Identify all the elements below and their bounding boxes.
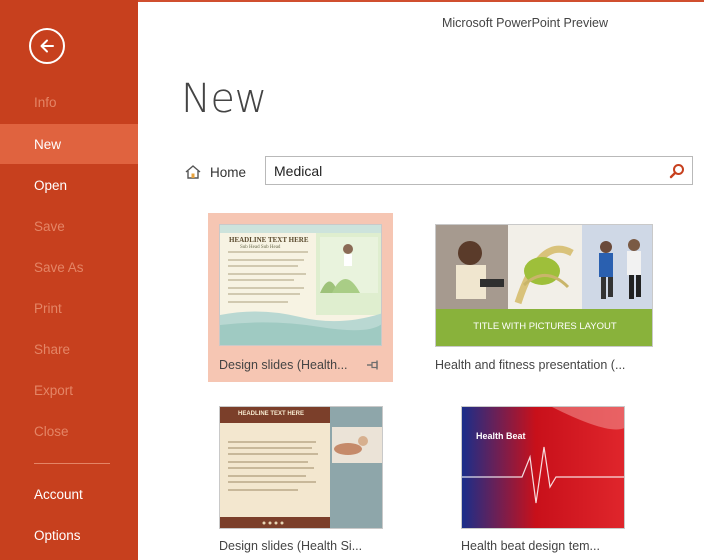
- template-label: Design slides (Health...: [219, 358, 348, 372]
- thumbnail-headline: HEADLINE TEXT HERE: [229, 236, 309, 244]
- menu-item-new[interactable]: New: [0, 124, 138, 164]
- menu-item-label: Open: [34, 177, 68, 193]
- menu-item-save: Save: [0, 206, 138, 246]
- thumbnail-subhead: Sub Head Sub Head: [240, 245, 281, 250]
- menu-item-open[interactable]: Open: [0, 165, 138, 205]
- menu-item-label: Save As: [34, 259, 84, 275]
- menu-item-label: Print: [34, 300, 62, 316]
- search-box: [265, 156, 693, 185]
- template-card[interactable]: HEADLINE TEXT HERE Sub Head Sub Head Des…: [208, 213, 393, 382]
- template-thumbnail: HEADLINE TEXT HERE Sub Head Sub Head: [219, 224, 382, 346]
- thumbnail-headline: HEADLINE TEXT HERE: [238, 411, 305, 417]
- template-thumbnail: HEADLINE TEXT HERE: [219, 406, 383, 529]
- menu-item-account[interactable]: Account: [0, 474, 138, 514]
- menu-item-label: Account: [34, 486, 83, 502]
- menu-item-label: Info: [34, 94, 57, 110]
- menu-item-export: Export: [0, 370, 138, 410]
- menu-item-label: Close: [34, 423, 69, 439]
- menu-item-label: New: [34, 136, 62, 152]
- window-top-border: [138, 0, 704, 2]
- page-title: New: [181, 76, 267, 122]
- sidebar-divider: [34, 463, 110, 464]
- menu-item-print: Print: [0, 288, 138, 328]
- breadcrumb-home-label: Home: [210, 164, 247, 180]
- thumbnail-title: Health Beat: [476, 431, 526, 441]
- window-title: Microsoft PowerPoint Preview: [441, 16, 609, 30]
- thumbnail-art: [220, 407, 382, 528]
- menu-item-info: Info: [0, 82, 138, 122]
- template-card[interactable]: TITLE WITH PICTURES LAYOUT Health and fi…: [424, 213, 653, 382]
- menu-item-label: Save: [34, 218, 65, 234]
- home-icon: [185, 165, 201, 179]
- backstage-sidebar: Info New Open Save Save As Print Share E…: [0, 0, 138, 560]
- pin-icon[interactable]: [366, 359, 380, 371]
- breadcrumb-home[interactable]: Home: [184, 161, 246, 183]
- template-label: Health and fitness presentation (...: [435, 358, 626, 372]
- template-label: Design slides (Health Si...: [219, 539, 363, 553]
- template-label: Health beat design tem...: [461, 539, 600, 553]
- template-card[interactable]: HEADLINE TEXT HERE Design slides (Health…: [208, 396, 393, 560]
- search-icon[interactable]: [668, 162, 686, 180]
- template-card[interactable]: Health Beat Health beat design tem...: [450, 396, 650, 560]
- menu-item-label: Export: [34, 382, 74, 398]
- template-thumbnail: TITLE WITH PICTURES LAYOUT: [435, 224, 653, 347]
- menu-item-save-as: Save As: [0, 247, 138, 287]
- menu-item-close: Close: [0, 411, 138, 451]
- search-input[interactable]: [266, 157, 656, 184]
- back-button[interactable]: [29, 28, 65, 64]
- menu-item-label: Share: [34, 341, 71, 357]
- menu-item-options[interactable]: Options: [0, 515, 138, 555]
- thumbnail-art: [462, 407, 624, 528]
- back-arrow-icon: [40, 39, 54, 53]
- thumbnail-title: TITLE WITH PICTURES LAYOUT: [473, 321, 617, 332]
- menu-item-share: Share: [0, 329, 138, 369]
- menu-item-label: Options: [34, 527, 81, 543]
- template-thumbnail: Health Beat: [461, 406, 625, 529]
